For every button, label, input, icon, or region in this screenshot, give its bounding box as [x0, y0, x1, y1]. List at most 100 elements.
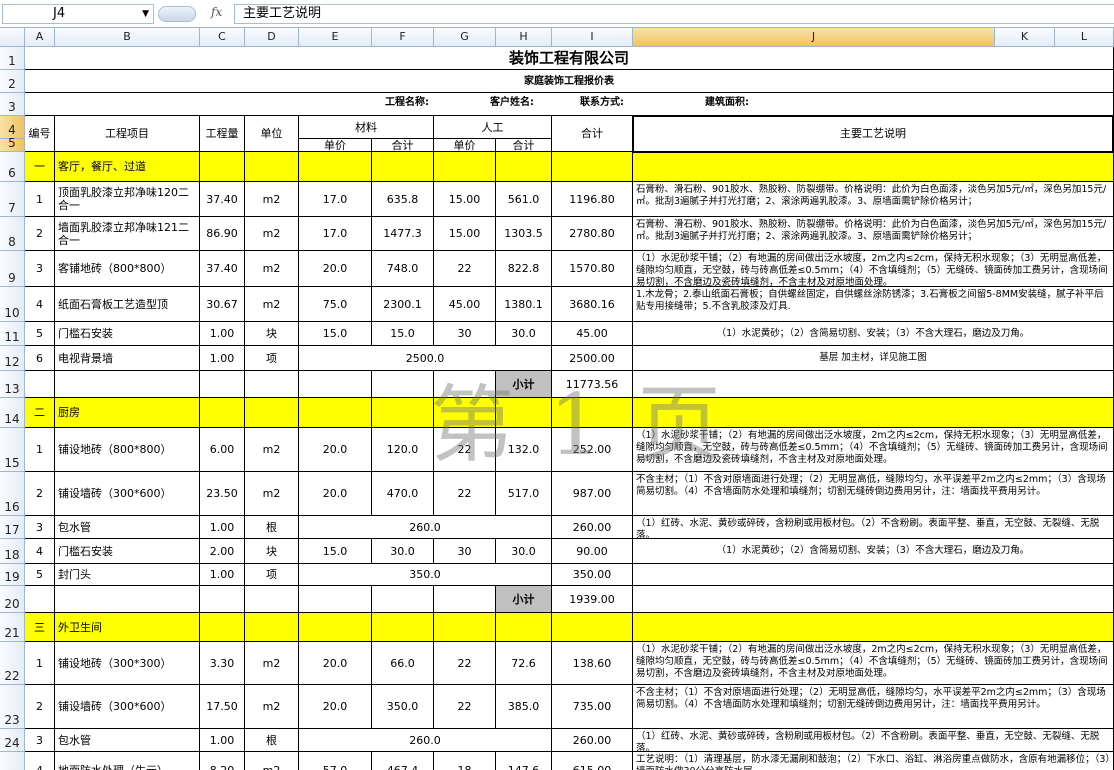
section-cell[interactable]	[552, 613, 633, 642]
labor-price[interactable]: 22	[434, 472, 496, 516]
section-cell[interactable]	[372, 398, 434, 428]
item-desc[interactable]	[633, 564, 1114, 586]
subtotal-blank[interactable]	[245, 586, 299, 613]
labor-sum[interactable]: 561.0	[496, 182, 552, 217]
section-cell[interactable]	[372, 152, 434, 182]
item-name[interactable]: 铺设地砖（300*300）	[55, 642, 200, 685]
labor-sum[interactable]: 1303.5	[496, 217, 552, 251]
material-sum[interactable]: 2300.1	[372, 287, 434, 322]
item-no[interactable]: 4	[25, 539, 55, 564]
section-name[interactable]: 外卫生间	[55, 613, 200, 642]
section-cell[interactable]	[245, 398, 299, 428]
material-price[interactable]: 15.0	[299, 322, 372, 346]
name-box[interactable]: J4 ▼	[2, 4, 154, 24]
labor-price[interactable]: 22	[434, 428, 496, 472]
item-unit[interactable]: 块	[245, 322, 299, 346]
item-total[interactable]: 3680.16	[552, 287, 633, 322]
item-name[interactable]: 纸面石膏板工艺造型顶	[55, 287, 200, 322]
item-total[interactable]: 350.00	[552, 564, 633, 586]
section-desc[interactable]	[633, 398, 1114, 428]
item-no[interactable]: 4	[25, 287, 55, 322]
row-header-20[interactable]: 20	[0, 586, 25, 613]
item-unit[interactable]: m2	[245, 685, 299, 729]
sheet-subtitle[interactable]: 家庭装饰工程报价表	[25, 70, 1114, 93]
row-header-25[interactable]: 25	[0, 752, 25, 770]
insert-function-button[interactable]: fx	[156, 4, 232, 24]
section-cell[interactable]	[299, 398, 372, 428]
material-sum[interactable]: 467.4	[372, 752, 434, 770]
item-desc[interactable]: （1）红砖、水泥、黄砂或碎砖，含粉刷或用板材包。（2）不含粉刷。表面平整、垂直，…	[633, 729, 1114, 752]
item-no[interactable]: 5	[25, 322, 55, 346]
material-price[interactable]: 17.0	[299, 217, 372, 251]
chevron-down-icon[interactable]: ▼	[142, 5, 149, 23]
column-header-d[interactable]: D	[245, 28, 299, 47]
section-cell[interactable]	[434, 398, 496, 428]
item-merged-price[interactable]: 2500.0	[299, 346, 552, 371]
item-name[interactable]: 封门头	[55, 564, 200, 586]
item-desc[interactable]: 石膏粉、滑石粉、901胶水、熟胶粉、防裂绷带。价格说明：此价为白色面漆，淡色另加…	[633, 217, 1114, 251]
item-unit[interactable]: m2	[245, 472, 299, 516]
row-header-10[interactable]: 10	[0, 287, 25, 322]
labor-sum[interactable]: 822.8	[496, 251, 552, 287]
item-name[interactable]: 客铺地砖（800*800）	[55, 251, 200, 287]
item-desc[interactable]: （1）水泥砂浆干铺；（2）有地漏的房间做出泛水坡度，2m之内≤2cm，保持无积水…	[633, 428, 1114, 472]
item-desc[interactable]: （1）红砖、水泥、黄砂或碎砖，含粉刷或用板材包。（2）不含粉刷。表面平整、垂直，…	[633, 516, 1114, 539]
row-header-14[interactable]: 14	[0, 398, 25, 428]
column-header-b[interactable]: B	[55, 28, 200, 47]
item-desc[interactable]: 不含主材；（1）不含对原墙面进行处理；（2）无明显高低，缝隙均匀，水平误差平2m…	[633, 472, 1114, 516]
item-qty[interactable]: 23.50	[200, 472, 245, 516]
item-unit[interactable]: m2	[245, 642, 299, 685]
item-desc[interactable]: 石膏粉、滑石粉、901胶水、熟胶粉、防裂绷带。价格说明：此价为白色面漆，淡色另加…	[633, 182, 1114, 217]
column-header-h[interactable]: H	[496, 28, 552, 47]
item-name[interactable]: 门槛石安装	[55, 322, 200, 346]
item-total[interactable]: 735.00	[552, 685, 633, 729]
material-price[interactable]: 20.0	[299, 472, 372, 516]
material-sum[interactable]: 1477.3	[372, 217, 434, 251]
subtotal-blank[interactable]	[372, 371, 434, 398]
item-unit[interactable]: m2	[245, 182, 299, 217]
material-price[interactable]: 15.0	[299, 539, 372, 564]
item-qty[interactable]: 17.50	[200, 685, 245, 729]
row-header-12[interactable]: 12	[0, 346, 25, 371]
subtotal-blank[interactable]	[200, 371, 245, 398]
item-merged-price[interactable]: 260.0	[299, 516, 552, 539]
item-unit[interactable]: 根	[245, 729, 299, 752]
header-material-price[interactable]: 单价	[299, 139, 372, 152]
section-cell[interactable]	[496, 398, 552, 428]
item-total[interactable]: 260.00	[552, 516, 633, 539]
subtotal-blank[interactable]	[245, 371, 299, 398]
item-qty[interactable]: 3.30	[200, 642, 245, 685]
item-desc[interactable]: （1）水泥黄砂；（2）含简易切割、安装；（3）不含大理石，磨边及刀角。	[633, 539, 1114, 564]
header-item[interactable]: 工程项目	[55, 116, 200, 152]
sheet-title[interactable]: 装饰工程有限公司	[25, 47, 1114, 70]
item-qty[interactable]: 1.00	[200, 729, 245, 752]
subtotal-blank[interactable]	[25, 371, 55, 398]
formula-input[interactable]: 主要工艺说明	[234, 4, 1114, 24]
section-cell[interactable]	[200, 398, 245, 428]
row-header-19[interactable]: 19	[0, 564, 25, 586]
item-qty[interactable]: 86.90	[200, 217, 245, 251]
row-header-2[interactable]: 2	[0, 70, 25, 93]
item-qty[interactable]: 1.00	[200, 346, 245, 371]
row-header-22[interactable]: 22	[0, 642, 25, 685]
labor-price[interactable]: 22	[434, 251, 496, 287]
labor-sum[interactable]: 1380.1	[496, 287, 552, 322]
select-all-corner[interactable]	[0, 28, 25, 47]
item-total[interactable]: 1196.80	[552, 182, 633, 217]
item-total[interactable]: 615.00	[552, 752, 633, 770]
row-header-9[interactable]: 9	[0, 251, 25, 287]
item-name[interactable]: 铺设墙砖（300*600）	[55, 472, 200, 516]
item-desc[interactable]: 1.木龙骨；2.泰山纸面石膏板；自供螺丝固定，自供螺丝涂防锈漆；3.石膏板之间留…	[633, 287, 1114, 322]
subtotal-label[interactable]: 小计	[496, 371, 552, 398]
formula-bar-toggle-icon[interactable]	[158, 6, 196, 22]
material-price[interactable]: 20.0	[299, 428, 372, 472]
item-total[interactable]: 260.00	[552, 729, 633, 752]
item-desc[interactable]: （1）水泥砂浆干铺；（2）有地漏的房间做出泛水坡度，2m之内≤2cm，保持无积水…	[633, 251, 1114, 287]
material-price[interactable]: 75.0	[299, 287, 372, 322]
subtotal-blank[interactable]	[25, 586, 55, 613]
subtotal-desc[interactable]	[633, 586, 1114, 613]
labor-price[interactable]: 30	[434, 322, 496, 346]
item-total[interactable]: 2500.00	[552, 346, 633, 371]
material-price[interactable]: 20.0	[299, 685, 372, 729]
item-total[interactable]: 987.00	[552, 472, 633, 516]
